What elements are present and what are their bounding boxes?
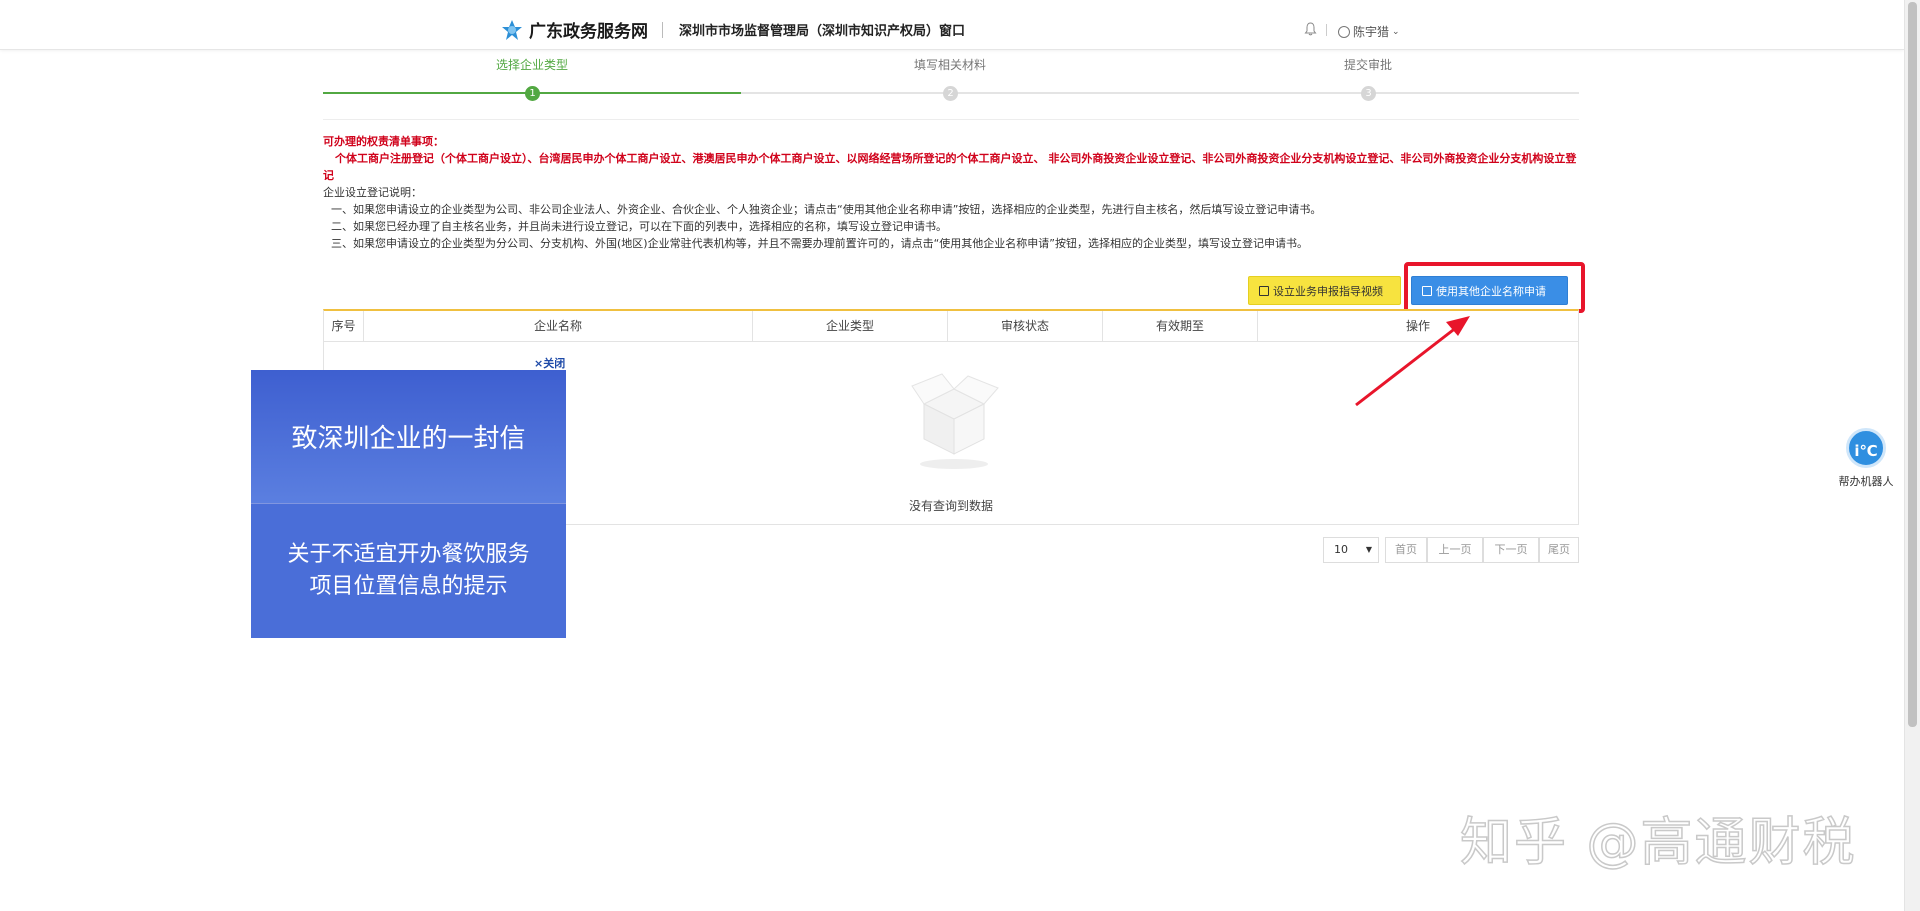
column-header: 审核状态	[948, 311, 1103, 341]
popup-close-button[interactable]: ×关闭	[534, 355, 565, 371]
notice-line-2: 二、如果您已经办理了自主核名业务，并且尚未进行设立登记，可以在下面的列表中，选择…	[331, 220, 947, 233]
site-logo[interactable]: 广东政务服务网 深圳市市场监督管理局（深圳市知识产权局）窗口	[501, 17, 965, 42]
progress-steps: 选择企业类型 1 填写相关材料 2 提交审批 3	[323, 58, 1579, 103]
notice-block: 可办理的权责清单事项： 个体工商户注册登记（个体工商户设立）、台湾居民申办个体工…	[323, 133, 1579, 252]
step-number: 3	[1361, 86, 1376, 101]
edit-icon	[1422, 286, 1432, 296]
robot-label: 帮办机器人	[1838, 475, 1894, 488]
header-separator	[1326, 24, 1327, 36]
notice-items: 个体工商户注册登记（个体工商户设立）、台湾居民申办个体工商户设立、港澳居民申办个…	[323, 152, 1577, 182]
edit-icon	[1259, 286, 1269, 296]
step-3: 提交审批 3	[1159, 58, 1577, 101]
column-header: 企业名称	[364, 311, 753, 341]
step-number: 1	[525, 86, 540, 101]
page-size-select[interactable]: 10 ▼	[1323, 537, 1379, 563]
step-label: 填写相关材料	[913, 58, 986, 72]
empty-box-icon	[911, 373, 999, 469]
window-name: 深圳市市场监督管理局（深圳市知识产权局）窗口	[679, 24, 966, 39]
step-1: 选择企业类型 1	[323, 58, 741, 101]
divider	[323, 119, 1579, 120]
column-header: 序号	[324, 311, 364, 341]
other-name-apply-label: 使用其他企业名称申请	[1436, 285, 1546, 298]
notice-heading: 可办理的权责清单事项：	[323, 135, 444, 148]
first-page-button[interactable]: 首页	[1385, 537, 1427, 563]
robot-icon: i℃	[1846, 428, 1886, 468]
next-page-button[interactable]: 下一页	[1483, 537, 1539, 563]
step-line-pending	[741, 92, 1579, 94]
site-name: 广东政务服务网	[529, 22, 648, 42]
last-page-button[interactable]: 尾页	[1539, 537, 1579, 563]
other-name-apply-button[interactable]: 使用其他企业名称申请	[1411, 276, 1568, 305]
bell-icon[interactable]	[1304, 22, 1317, 36]
column-header: 企业类型	[753, 311, 948, 341]
help-robot[interactable]: i℃ 帮办机器人	[1836, 428, 1896, 489]
step-2: 填写相关材料 2	[741, 58, 1159, 101]
notice-intro: 企业设立登记说明：	[323, 186, 422, 199]
watermark: 知乎 @高通财税	[1459, 812, 1857, 874]
header-divider	[662, 21, 663, 38]
prev-page-button[interactable]: 上一页	[1427, 537, 1483, 563]
vertical-scrollbar[interactable]	[1904, 0, 1920, 911]
logo-icon	[502, 19, 522, 40]
page-size-value: 10	[1334, 543, 1348, 556]
caret-down-icon: ▼	[1365, 545, 1372, 554]
table-header: 序号 企业名称 企业类型 审核状态 有效期至 操作	[324, 311, 1578, 342]
user-menu[interactable]: 陈宇猎 ⌄	[1338, 23, 1400, 40]
chevron-down-icon: ⌄	[1392, 26, 1400, 37]
scrollbar-thumb[interactable]	[1908, 2, 1917, 727]
column-header: 操作	[1405, 319, 1430, 333]
user-name: 陈宇猎	[1353, 25, 1390, 39]
user-icon	[1338, 25, 1350, 38]
column-header: 有效期至	[1103, 311, 1258, 341]
step-label: 提交审批	[1343, 58, 1392, 72]
guide-video-label: 设立业务申报指导视频	[1273, 285, 1383, 298]
step-number: 2	[943, 86, 958, 101]
notice-popup[interactable]: 致深圳企业的一封信 关于不适宜开办餐饮服务项目位置信息的提示	[251, 370, 566, 638]
notice-line-1: 一、如果您申请设立的企业类型为公司、非公司企业法人、外资企业、合伙企业、个人独资…	[331, 203, 1322, 216]
top-header: 广东政务服务网 深圳市市场监督管理局（深圳市知识产权局）窗口 陈宇猎 ⌄	[0, 0, 1904, 50]
popup-subtitle[interactable]: 关于不适宜开办餐饮服务项目位置信息的提示	[251, 504, 566, 638]
step-label: 选择企业类型	[495, 58, 568, 72]
popup-title[interactable]: 致深圳企业的一封信	[251, 370, 566, 504]
guide-video-button[interactable]: 设立业务申报指导视频	[1248, 276, 1401, 305]
notice-line-3: 三、如果您申请设立的企业类型为分公司、分支机构、外国(地区)企业常驻代表机构等，…	[331, 237, 1308, 250]
